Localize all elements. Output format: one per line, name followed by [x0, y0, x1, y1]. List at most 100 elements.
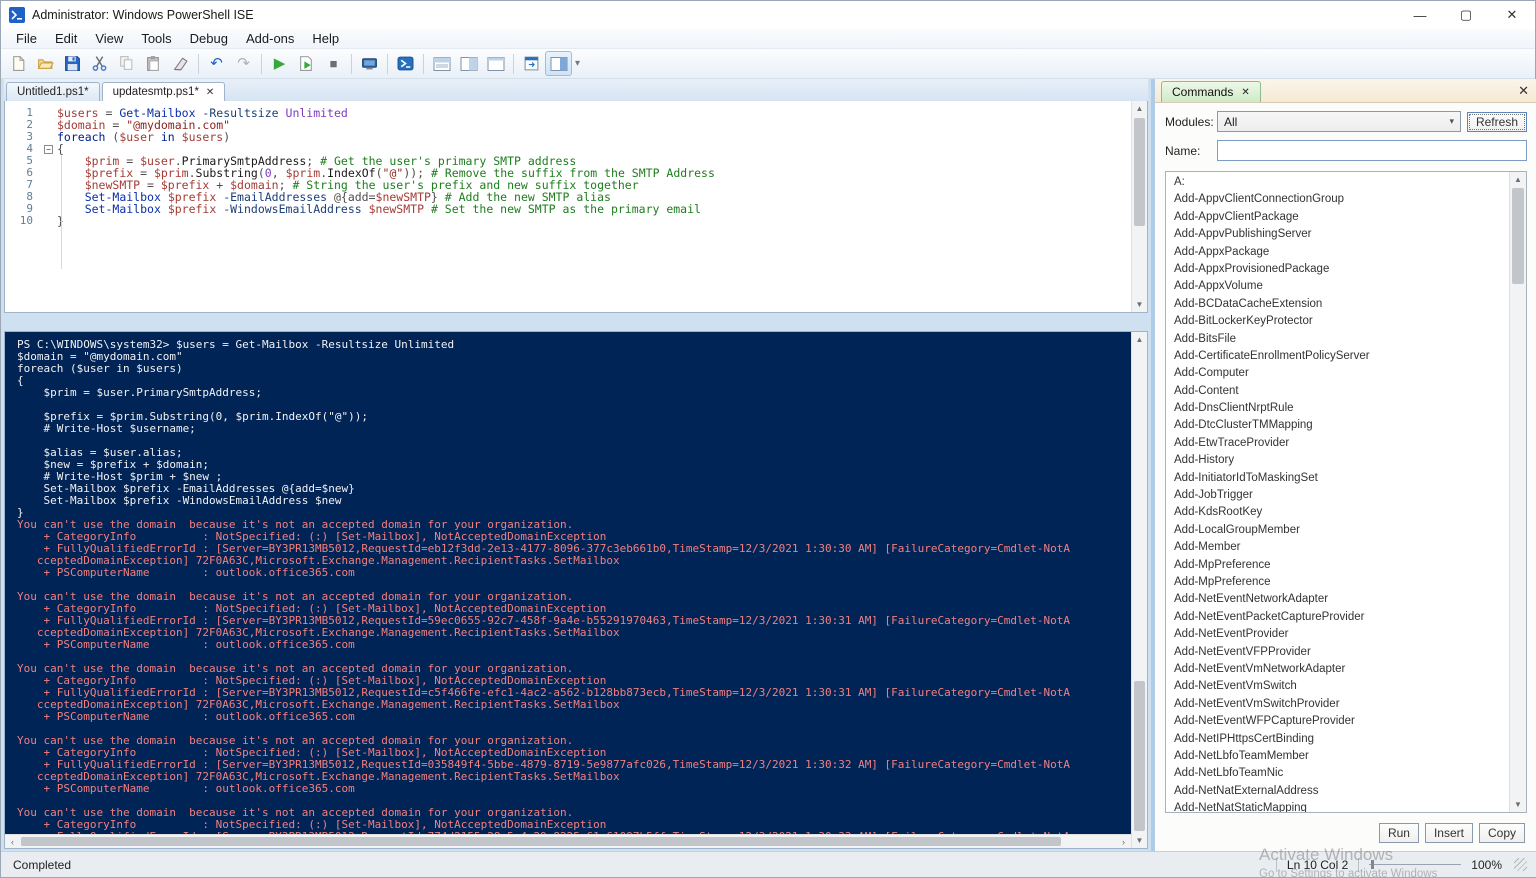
- command-list-item[interactable]: Add-Content: [1166, 383, 1509, 400]
- toolbar-overflow-icon[interactable]: ▾: [575, 58, 580, 69]
- minimize-icon[interactable]: —: [1397, 1, 1443, 29]
- paste-icon[interactable]: [140, 51, 167, 76]
- command-list-item[interactable]: Add-AppvClientPackage: [1166, 209, 1509, 226]
- command-list-item[interactable]: Add-NetEventVmNetworkAdapter: [1166, 661, 1509, 678]
- new-script-icon[interactable]: [5, 51, 32, 76]
- command-list-item[interactable]: Add-NetLbfoTeamNic: [1166, 765, 1509, 782]
- command-list-item[interactable]: Add-NetEventNetworkAdapter: [1166, 591, 1509, 608]
- close-addon-pane-icon[interactable]: ✕: [1518, 83, 1529, 99]
- scrollbar-thumb[interactable]: [1512, 188, 1524, 284]
- insert-button[interactable]: Insert: [1425, 823, 1473, 843]
- maximize-icon[interactable]: ▢: [1443, 1, 1489, 29]
- tab-updatesmtp[interactable]: updatesmtp.ps1* ✕: [102, 82, 226, 101]
- command-list-item[interactable]: Add-History: [1166, 452, 1509, 469]
- open-script-icon[interactable]: [32, 51, 59, 76]
- command-list-item[interactable]: Add-MpPreference: [1166, 574, 1509, 591]
- tab-close-icon[interactable]: ✕: [1241, 87, 1249, 98]
- scrollbar-thumb[interactable]: [1134, 681, 1145, 831]
- scroll-up-icon[interactable]: ▲: [1510, 172, 1526, 187]
- command-list-item[interactable]: Add-DtcClusterTMMapping: [1166, 417, 1509, 434]
- fold-collapse-icon[interactable]: −: [44, 145, 53, 154]
- menu-item-debug[interactable]: Debug: [181, 29, 237, 48]
- command-list-item[interactable]: Add-NetEventVFPProvider: [1166, 644, 1509, 661]
- scroll-down-icon[interactable]: ▼: [1510, 797, 1526, 812]
- script-pane-icon[interactable]: [518, 51, 545, 76]
- command-list-item[interactable]: Add-Member: [1166, 539, 1509, 556]
- show-script-pane-top-icon[interactable]: [428, 51, 455, 76]
- modules-dropdown[interactable]: All ▾: [1217, 111, 1461, 132]
- editor-vertical-scrollbar[interactable]: ▲ ▼: [1131, 101, 1147, 312]
- menu-item-view[interactable]: View: [86, 29, 132, 48]
- command-list-item[interactable]: Add-NetEventVmSwitchProvider: [1166, 696, 1509, 713]
- command-list-item[interactable]: Add-BitsFile: [1166, 331, 1509, 348]
- command-list-item[interactable]: Add-AppxPackage: [1166, 244, 1509, 261]
- menu-item-add-ons[interactable]: Add-ons: [237, 29, 303, 48]
- command-list-item[interactable]: Add-NetEventProvider: [1166, 626, 1509, 643]
- command-list-item[interactable]: Add-NetEventPacketCaptureProvider: [1166, 609, 1509, 626]
- clear-console-icon[interactable]: [167, 51, 194, 76]
- resize-grip[interactable]: [1514, 858, 1527, 871]
- cut-icon[interactable]: [86, 51, 113, 76]
- command-list-item[interactable]: Add-AppvClientConnectionGroup: [1166, 191, 1509, 208]
- command-list-item[interactable]: Add-KdsRootKey: [1166, 504, 1509, 521]
- command-list-item[interactable]: Add-CertificateEnrollmentPolicyServer: [1166, 348, 1509, 365]
- command-list-item[interactable]: A:: [1166, 174, 1509, 191]
- close-icon[interactable]: ✕: [1489, 1, 1535, 29]
- tab-close-icon[interactable]: ✕: [206, 87, 214, 98]
- command-list-item[interactable]: Add-NetNatStaticMapping: [1166, 800, 1509, 812]
- commands-list[interactable]: A:Add-AppvClientConnectionGroupAdd-AppvC…: [1165, 171, 1527, 813]
- stop-operation-icon[interactable]: ■: [320, 51, 347, 76]
- name-input[interactable]: [1217, 140, 1527, 161]
- command-list-item[interactable]: Add-AppxVolume: [1166, 278, 1509, 295]
- menu-item-edit[interactable]: Edit: [46, 29, 86, 48]
- new-remote-powershell-tab-icon[interactable]: [356, 51, 383, 76]
- scroll-right-icon[interactable]: ›: [1116, 835, 1131, 848]
- save-icon[interactable]: [59, 51, 86, 76]
- scrollbar-thumb[interactable]: [1134, 118, 1145, 226]
- zoom-slider[interactable]: [1369, 864, 1461, 865]
- menu-item-tools[interactable]: Tools: [132, 29, 180, 48]
- copy-icon[interactable]: [113, 51, 140, 76]
- console-vertical-scrollbar[interactable]: ▲ ▼: [1131, 332, 1147, 848]
- command-list-item[interactable]: Add-NetNatExternalAddress: [1166, 783, 1509, 800]
- run-selection-icon[interactable]: [293, 51, 320, 76]
- command-list-item[interactable]: Add-BCDataCacheExtension: [1166, 296, 1509, 313]
- command-list-item[interactable]: Add-Computer: [1166, 365, 1509, 382]
- console-horizontal-scrollbar[interactable]: ‹ ›: [5, 834, 1131, 848]
- menu-item-help[interactable]: Help: [303, 29, 348, 48]
- command-list-item[interactable]: Add-LocalGroupMember: [1166, 522, 1509, 539]
- undo-icon[interactable]: ↶: [203, 51, 230, 76]
- command-list-item[interactable]: Add-AppvPublishingServer: [1166, 226, 1509, 243]
- scroll-left-icon[interactable]: ‹: [5, 835, 20, 848]
- tab-commands[interactable]: Commands ✕: [1161, 81, 1261, 102]
- copy-button[interactable]: Copy: [1479, 823, 1525, 843]
- refresh-button[interactable]: Refresh: [1467, 112, 1527, 132]
- run-button[interactable]: Run: [1379, 823, 1419, 843]
- menu-item-file[interactable]: File: [7, 29, 46, 48]
- script-editor[interactable]: 1$users = Get-Mailbox -Resultsize Unlimi…: [4, 101, 1148, 313]
- scrollbar-thumb[interactable]: [21, 837, 1061, 846]
- command-list-item[interactable]: Add-NetIPHttpsCertBinding: [1166, 731, 1509, 748]
- horizontal-splitter[interactable]: [4, 313, 1148, 331]
- command-list-item[interactable]: Add-EtwTraceProvider: [1166, 435, 1509, 452]
- scroll-up-icon[interactable]: ▲: [1132, 332, 1147, 347]
- start-powershell-icon[interactable]: [392, 51, 419, 76]
- show-script-pane-right-icon[interactable]: [455, 51, 482, 76]
- scroll-up-icon[interactable]: ▲: [1132, 101, 1147, 116]
- scroll-down-icon[interactable]: ▼: [1132, 833, 1147, 848]
- command-list-item[interactable]: Add-BitLockerKeyProtector: [1166, 313, 1509, 330]
- console-output[interactable]: PS C:\WINDOWS\system32> $users = Get-Mai…: [5, 332, 1131, 834]
- run-script-icon[interactable]: ▶: [266, 51, 293, 76]
- scroll-down-icon[interactable]: ▼: [1132, 297, 1147, 312]
- command-list-item[interactable]: Add-InitiatorIdToMaskingSet: [1166, 470, 1509, 487]
- show-script-pane-maximized-icon[interactable]: [482, 51, 509, 76]
- show-command-addon-icon[interactable]: [545, 51, 572, 76]
- command-list-item[interactable]: Add-DnsClientNrptRule: [1166, 400, 1509, 417]
- command-list-item[interactable]: Add-JobTrigger: [1166, 487, 1509, 504]
- commands-list-scrollbar[interactable]: ▲ ▼: [1509, 172, 1526, 812]
- command-list-item[interactable]: Add-NetLbfoTeamMember: [1166, 748, 1509, 765]
- command-list-item[interactable]: Add-MpPreference: [1166, 557, 1509, 574]
- script-code-area[interactable]: 1$users = Get-Mailbox -Resultsize Unlimi…: [5, 101, 1131, 312]
- command-list-item[interactable]: Add-AppxProvisionedPackage: [1166, 261, 1509, 278]
- console-pane[interactable]: PS C:\WINDOWS\system32> $users = Get-Mai…: [4, 331, 1148, 849]
